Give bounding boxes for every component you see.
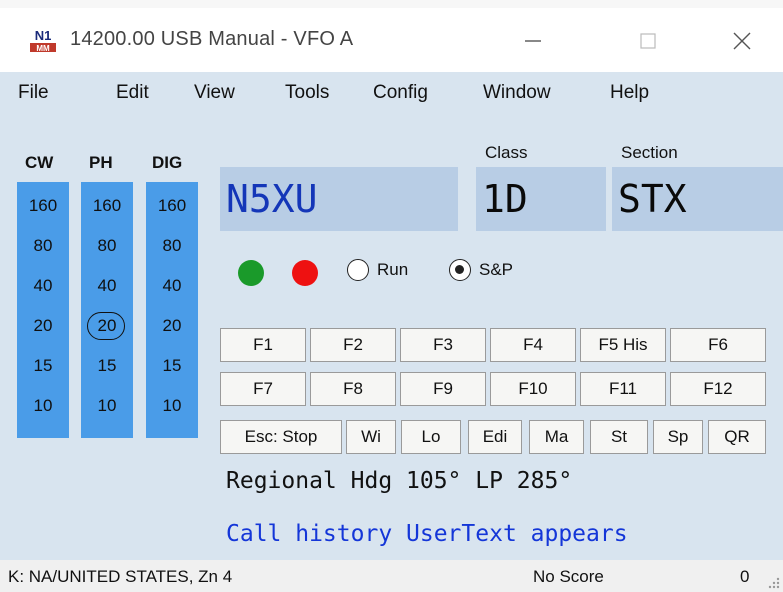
sp-radio-circle xyxy=(449,259,471,281)
red-status-light xyxy=(292,260,318,286)
sp-button[interactable]: Sp xyxy=(653,420,703,454)
lo-button[interactable]: Lo xyxy=(401,420,461,454)
band-button-cw-80[interactable]: 80 xyxy=(17,226,69,266)
minimize-button[interactable] xyxy=(503,18,563,64)
band-header-cw: CW xyxy=(25,153,54,172)
f7-button[interactable]: F7 xyxy=(220,372,306,406)
band-header-dig: DIG xyxy=(152,153,183,172)
menu-config[interactable]: Config xyxy=(373,82,428,104)
band-button-ph-20-selected[interactable]: 20 xyxy=(81,306,133,346)
band-button-dig-80[interactable]: 80 xyxy=(146,226,198,266)
f9-button[interactable]: F9 xyxy=(400,372,486,406)
f6-button[interactable]: F6 xyxy=(670,328,766,362)
band-column-ph: 160 80 40 20 15 10 xyxy=(81,182,133,438)
band-button-ph-10[interactable]: 10 xyxy=(81,386,133,426)
f10-button[interactable]: F10 xyxy=(490,372,576,406)
menu-tools[interactable]: Tools xyxy=(285,82,329,104)
run-radio-label: Run xyxy=(377,260,409,279)
band-column-dig: 160 80 40 20 15 10 xyxy=(146,182,198,438)
window-title: 14200.00 USB Manual - VFO A xyxy=(70,28,354,50)
menu-view[interactable]: View xyxy=(194,82,235,104)
band-button-dig-10[interactable]: 10 xyxy=(146,386,198,426)
f5-button[interactable]: F5 His xyxy=(580,328,666,362)
class-field[interactable]: 1D xyxy=(476,167,606,231)
status-bar: K: NA/UNITED STATES, Zn 4 No Score 0 xyxy=(0,560,783,592)
band-button-cw-10[interactable]: 10 xyxy=(17,386,69,426)
svg-text:MM: MM xyxy=(36,44,50,53)
user-text-info: Call history UserText appears xyxy=(226,521,628,547)
menu-edit[interactable]: Edit xyxy=(116,82,149,104)
f12-button[interactable]: F12 xyxy=(670,372,766,406)
wi-button[interactable]: Wi xyxy=(346,420,396,454)
edi-button[interactable]: Edi xyxy=(468,420,522,454)
qr-button[interactable]: QR xyxy=(708,420,766,454)
band-button-ph-80[interactable]: 80 xyxy=(81,226,133,266)
svg-text:N1: N1 xyxy=(35,28,52,43)
sp-radio-selected-dot xyxy=(455,265,464,274)
section-field[interactable]: STX xyxy=(612,167,783,231)
close-icon xyxy=(733,32,751,50)
f4-button[interactable]: F4 xyxy=(490,328,576,362)
status-score: No Score xyxy=(533,567,604,586)
f3-button[interactable]: F3 xyxy=(400,328,486,362)
band-label-ph-20: 20 xyxy=(97,316,117,335)
app-logo-icon: N1 MM xyxy=(28,26,58,54)
f8-button[interactable]: F8 xyxy=(310,372,396,406)
ma-button[interactable]: Ma xyxy=(529,420,584,454)
menu-window[interactable]: Window xyxy=(483,82,551,104)
menu-file[interactable]: File xyxy=(18,82,49,104)
f2-button[interactable]: F2 xyxy=(310,328,396,362)
callsign-field[interactable]: N5XU xyxy=(220,167,458,231)
band-button-dig-20[interactable]: 20 xyxy=(146,306,198,346)
sp-radio[interactable]: S&P xyxy=(449,259,513,281)
band-button-cw-15[interactable]: 15 xyxy=(17,346,69,386)
heading-info: Regional Hdg 105° LP 285° xyxy=(226,468,573,494)
f11-button[interactable]: F11 xyxy=(580,372,666,406)
band-button-dig-160[interactable]: 160 xyxy=(146,186,198,226)
maximize-icon xyxy=(640,33,656,49)
section-label: Section xyxy=(621,143,678,162)
class-label: Class xyxy=(485,143,528,162)
menu-bar: File Edit View Tools Config Window Help xyxy=(0,72,783,116)
close-button[interactable] xyxy=(712,18,772,64)
band-button-ph-40[interactable]: 40 xyxy=(81,266,133,306)
background-strip xyxy=(0,0,783,8)
status-location: K: NA/UNITED STATES, Zn 4 xyxy=(8,567,233,586)
sp-radio-label: S&P xyxy=(479,260,514,279)
maximize-button[interactable] xyxy=(618,18,678,64)
run-radio[interactable]: Run xyxy=(347,259,408,281)
resize-grip-icon[interactable] xyxy=(765,574,781,590)
esc-stop-button[interactable]: Esc: Stop xyxy=(220,420,342,454)
green-status-light xyxy=(238,260,264,286)
st-button[interactable]: St xyxy=(590,420,648,454)
entry-window: File Edit View Tools Config Window Help … xyxy=(0,72,783,560)
band-button-ph-15[interactable]: 15 xyxy=(81,346,133,386)
band-button-cw-20[interactable]: 20 xyxy=(17,306,69,346)
minimize-icon xyxy=(525,40,541,42)
band-button-dig-15[interactable]: 15 xyxy=(146,346,198,386)
band-button-dig-40[interactable]: 40 xyxy=(146,266,198,306)
f1-button[interactable]: F1 xyxy=(220,328,306,362)
status-count: 0 xyxy=(740,567,750,586)
band-button-cw-40[interactable]: 40 xyxy=(17,266,69,306)
band-column-cw: 160 80 40 20 15 10 xyxy=(17,182,69,438)
band-button-ph-160[interactable]: 160 xyxy=(81,186,133,226)
band-header-ph: PH xyxy=(89,153,113,172)
band-button-cw-160[interactable]: 160 xyxy=(17,186,69,226)
title-bar: N1 MM 14200.00 USB Manual - VFO A xyxy=(0,8,783,72)
menu-help[interactable]: Help xyxy=(610,82,649,104)
run-radio-circle xyxy=(347,259,369,281)
